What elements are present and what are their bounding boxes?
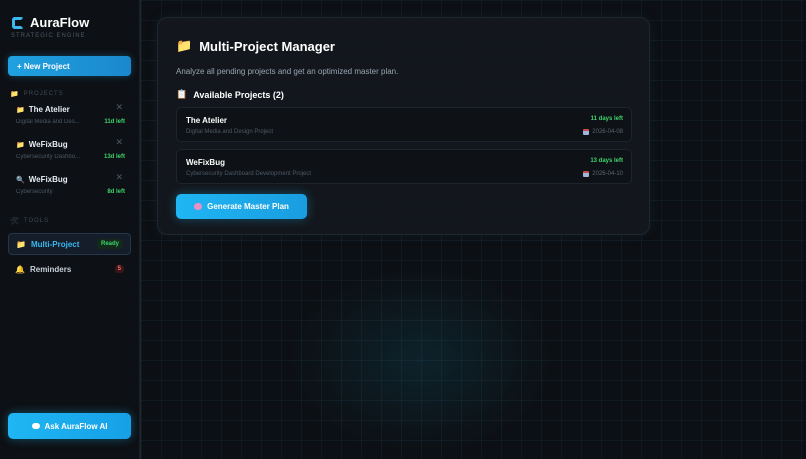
bell-icon: 🔔 [15,264,25,274]
tools-section-label: TOOLS [23,218,50,224]
sidebar-item-reminders[interactable]: 🔔 Reminders 5 [8,258,131,280]
multi-project-card: 📁 Multi-Project Manager Analyze all pend… [157,17,650,235]
project-card-date-text: 2026-04-10 [592,171,623,177]
generate-master-plan-button[interactable]: Generate Master Plan [176,194,307,219]
folder-icon: 📁 [16,106,25,114]
status-badge: Ready [96,239,123,249]
projects-section-label: PROJECTS [23,91,64,97]
chat-icon [31,423,40,429]
sidebar-project-item[interactable]: 📁 WeFixBug Cybersecurity Dashbo... 13d l… [8,133,131,168]
sidebar-item-label: Multi-Project [30,239,80,249]
remove-project-close-icon[interactable]: ✕ [115,102,123,113]
page-subtitle: Analyze all pending projects and get an … [176,67,399,76]
folder-icon: 📁 [176,38,193,53]
app-root: AuraFlow STRATEGIC ENGINE + New Project … [0,0,806,459]
main-content: 📁 Multi-Project Manager Analyze all pend… [140,0,806,459]
project-card-name: WeFixBug [186,158,225,167]
sidebar: AuraFlow STRATEGIC ENGINE + New Project … [0,0,140,459]
page-title-text: Multi-Project Manager [199,38,335,54]
folder-icon: 📁 [16,239,26,249]
sidebar-project-desc: Cybersecurity Dashbo... [16,154,81,160]
new-project-button[interactable]: + New Project [8,56,131,76]
sidebar-project-desc: Cybersecurity [16,189,53,195]
project-card-days-left: 13 days left [590,158,623,164]
ask-ai-label: Ask AuraFlow AI [44,421,108,431]
calendar-icon [583,171,590,177]
calendar-icon [583,129,590,135]
project-card[interactable]: The Atelier Digital Media and Design Pro… [176,107,632,142]
sidebar-project-item[interactable]: 🔍 WeFixBug Cybersecurity 8d left ✕ [8,168,131,203]
brain-icon [194,203,203,210]
available-projects-heading: 📋 Available Projects (2) [176,89,631,100]
sidebar-project-name: The Atelier [28,105,70,114]
tools-section-header: 🛠 TOOLS [8,217,131,225]
sidebar-project-name: WeFixBug [28,140,68,149]
sidebar-project-desc: Digital Media and Des... [16,119,80,125]
brand-subtitle: STRATEGIC ENGINE [11,33,86,39]
project-card-name: The Atelier [186,116,228,125]
ask-ai-button[interactable]: Ask AuraFlow AI [8,413,131,439]
project-card-date-text: 2026-04-08 [592,129,623,135]
sidebar-project-days-left: 8d left [107,189,125,195]
remove-project-close-icon[interactable]: ✕ [115,172,123,183]
project-card-date: 2026-04-08 [583,129,623,135]
project-card-days-left: 11 days left [590,116,623,122]
clipboard-icon: 📋 [176,89,188,99]
project-card-desc: Digital Media and Design Project [186,129,274,135]
sidebar-project-item[interactable]: 📁 The Atelier Digital Media and Des... 1… [8,98,131,133]
available-projects-label: Available Projects (2) [193,89,284,100]
remove-project-close-icon[interactable]: ✕ [115,137,123,148]
sidebar-item-label: Reminders [29,264,72,274]
sidebar-item-multi-project[interactable]: 📁 Multi-Project Ready [8,233,131,255]
count-badge: 5 [114,265,124,273]
brand-name: AuraFlow [30,15,90,30]
projects-section-header: 📁 PROJECTS [8,90,131,98]
tools-icon: 🛠 [10,218,20,225]
auraflow-logo-icon [12,16,24,29]
project-card-date: 2026-04-10 [583,171,623,177]
folder-icon: 📁 [16,141,25,149]
page-title: 📁 Multi-Project Manager [176,38,631,54]
folder-icon: 📁 [10,91,20,98]
generate-master-plan-label: Generate Master Plan [207,202,289,211]
search-icon: 🔍 [16,176,25,184]
sidebar-project-name: WeFixBug [28,175,68,184]
brand: AuraFlow [8,0,131,30]
project-card[interactable]: WeFixBug Cybersecurity Dashboard Develop… [176,149,632,184]
sidebar-project-days-left: 11d left [104,119,125,125]
project-card-desc: Cybersecurity Dashboard Development Proj… [186,171,312,177]
sidebar-project-days-left: 13d left [103,154,125,160]
